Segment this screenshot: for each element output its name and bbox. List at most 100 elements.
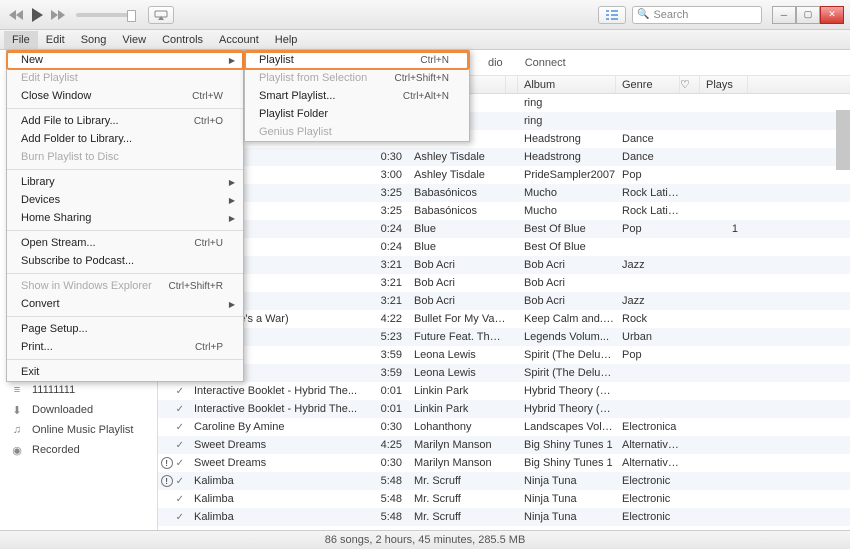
volume-slider[interactable] xyxy=(76,13,136,17)
checked-icon[interactable]: ✓ xyxy=(176,476,184,487)
track-check[interactable]: ✓ xyxy=(158,494,188,505)
search-input[interactable]: 🔍Search xyxy=(632,6,762,24)
menu-song[interactable]: Song xyxy=(73,31,115,49)
menu-item-add-file-to-library-[interactable]: Add File to Library...Ctrl+O xyxy=(7,112,243,130)
menu-item-convert[interactable]: Convert xyxy=(7,295,243,313)
track-check[interactable]: ✓ xyxy=(158,512,188,523)
track-time: 0:01 xyxy=(368,385,408,397)
sidebar-item[interactable]: ≡11111111 xyxy=(0,380,157,400)
menu-item-playlist-folder[interactable]: Playlist Folder xyxy=(245,105,469,123)
menu-item-new[interactable]: New xyxy=(7,51,243,69)
list-view-button[interactable] xyxy=(598,6,626,24)
track-album: Best Of Blue xyxy=(518,241,616,253)
minimize-button[interactable]: ─ xyxy=(772,6,796,24)
menu-item-open-stream-[interactable]: Open Stream...Ctrl+U xyxy=(7,234,243,252)
maximize-button[interactable]: ▢ xyxy=(796,6,820,24)
track-row[interactable]: !✓Sweet Dreams0:30Marilyn MansonBig Shin… xyxy=(158,454,850,472)
track-album: ring xyxy=(518,115,616,127)
track-artist: Ashley Tisdale xyxy=(408,151,506,163)
tab-connect[interactable]: Connect xyxy=(525,57,566,69)
checked-icon[interactable]: ✓ xyxy=(176,458,184,469)
track-artist: Mr. Scruff xyxy=(408,493,506,505)
checked-icon[interactable]: ✓ xyxy=(176,494,184,505)
scrollbar-thumb[interactable] xyxy=(836,110,850,170)
track-genre: Rock Latino xyxy=(616,205,680,217)
play-button[interactable] xyxy=(26,4,48,26)
track-row[interactable]: 3:21Bob AcriBob Acri xyxy=(158,274,850,292)
track-row[interactable]: ✓Interactive Booklet - Hybrid The...0:01… xyxy=(158,382,850,400)
track-row[interactable]: 3:25BabasónicosMuchoRock Latino xyxy=(158,202,850,220)
track-row[interactable]: ✓Sweet Dreams4:25Marilyn MansonBig Shiny… xyxy=(158,436,850,454)
track-row[interactable]: ✓I Will Be3:59Leona LewisSpirit (The Del… xyxy=(158,364,850,382)
menu-item-page-setup-[interactable]: Page Setup... xyxy=(7,320,243,338)
track-row[interactable]: !✓Kalimba5:48Mr. ScruffNinja TunaElectro… xyxy=(158,472,850,490)
checked-icon[interactable]: ✓ xyxy=(176,440,184,451)
track-check[interactable]: ✓ xyxy=(158,440,188,451)
search-placeholder: Search xyxy=(653,9,688,21)
track-list[interactable]: ringringHeadstrongDanceaid0:30Ashley Tis… xyxy=(158,94,850,530)
sidebar-item[interactable]: ◉Recorded xyxy=(0,440,157,460)
menu-controls[interactable]: Controls xyxy=(154,31,211,49)
menu-account[interactable]: Account xyxy=(211,31,267,49)
menu-shortcut: Ctrl+Alt+N xyxy=(403,91,449,102)
tab-dio[interactable]: dio xyxy=(488,57,503,69)
menu-label: Edit Playlist xyxy=(21,72,78,84)
menu-file[interactable]: File xyxy=(4,31,38,49)
menu-item-exit[interactable]: Exit xyxy=(7,363,243,381)
prev-button[interactable] xyxy=(6,5,26,25)
menu-label: Show in Windows Explorer xyxy=(21,280,152,292)
track-name: Kalimba xyxy=(188,511,368,523)
menu-shortcut: Ctrl+N xyxy=(420,55,449,66)
track-row[interactable]: 0:24BlueBest Of Blue xyxy=(158,238,850,256)
menu-item-add-folder-to-library-[interactable]: Add Folder to Library... xyxy=(7,130,243,148)
track-check[interactable]: ✓ xyxy=(158,386,188,397)
menu-item-library[interactable]: Library xyxy=(7,173,243,191)
track-row[interactable]: 3:21Bob AcriBob AcriJazz xyxy=(158,256,850,274)
menu-edit[interactable]: Edit xyxy=(38,31,73,49)
track-row[interactable]: 5:23Future Feat. The W...Legends Volum..… xyxy=(158,328,850,346)
track-check[interactable]: ✓ xyxy=(158,404,188,415)
track-row[interactable]: 3:21Bob AcriBob AcriJazz xyxy=(158,292,850,310)
checked-icon[interactable]: ✓ xyxy=(176,422,184,433)
track-row[interactable]: 3:59Leona LewisSpirit (The Deluxe...Pop xyxy=(158,346,850,364)
col-genre[interactable]: Genre xyxy=(616,76,680,93)
col-plays[interactable]: Plays xyxy=(700,76,748,93)
menu-shortcut: Ctrl+U xyxy=(194,238,223,249)
sidebar-item[interactable]: ⬇Downloaded xyxy=(0,400,157,420)
next-button[interactable] xyxy=(48,5,68,25)
col-rating[interactable] xyxy=(506,76,518,93)
track-row[interactable]: ✓Kalimba5:48Mr. ScruffNinja TunaElectron… xyxy=(158,490,850,508)
track-row[interactable]: ✓Interactive Booklet - Hybrid The...0:01… xyxy=(158,400,850,418)
menu-label: Genius Playlist xyxy=(259,126,332,138)
menu-item-playlist[interactable]: Playlist Ctrl+N xyxy=(245,51,469,69)
track-artist: Bob Acri xyxy=(408,277,506,289)
menu-item-devices[interactable]: Devices xyxy=(7,191,243,209)
airplay-button[interactable] xyxy=(148,6,174,24)
menu-item-close-window[interactable]: Close WindowCtrl+W xyxy=(7,87,243,105)
menu-item-smart-playlist-[interactable]: Smart Playlist...Ctrl+Alt+N xyxy=(245,87,469,105)
menu-item-print-[interactable]: Print...Ctrl+P xyxy=(7,338,243,356)
col-love[interactable]: ♡ xyxy=(680,76,700,93)
track-check[interactable]: !✓ xyxy=(158,457,188,469)
track-check[interactable]: !✓ xyxy=(158,475,188,487)
track-check[interactable]: ✓ xyxy=(158,422,188,433)
col-album[interactable]: Album xyxy=(518,76,616,93)
checked-icon[interactable]: ✓ xyxy=(176,404,184,415)
close-button[interactable]: ✕ xyxy=(820,6,844,24)
playback-controls xyxy=(6,4,68,26)
menu-item-subscribe-to-podcast-[interactable]: Subscribe to Podcast... xyxy=(7,252,243,270)
track-row[interactable]: 0:24BlueBest Of BluePop1 xyxy=(158,220,850,238)
menu-view[interactable]: View xyxy=(114,31,154,49)
track-row[interactable]: ttle? (Here's a War)4:22Bullet For My Va… xyxy=(158,310,850,328)
menu-label: Playlist xyxy=(259,54,294,66)
track-row[interactable]: ✓Caroline By Amine0:30LohanthonyLandscap… xyxy=(158,418,850,436)
checked-icon[interactable]: ✓ xyxy=(176,386,184,397)
track-row[interactable]: 3:25BabasónicosMuchoRock Latino xyxy=(158,184,850,202)
sidebar-item[interactable]: ♫Online Music Playlist xyxy=(0,420,157,440)
track-row[interactable]: ✓Kalimba5:48Mr. ScruffNinja TunaElectron… xyxy=(158,508,850,526)
menu-help[interactable]: Help xyxy=(267,31,306,49)
track-row[interactable]: aid0:30Ashley TisdaleHeadstrongDance xyxy=(158,148,850,166)
menu-item-home-sharing[interactable]: Home Sharing xyxy=(7,209,243,227)
checked-icon[interactable]: ✓ xyxy=(176,512,184,523)
track-row[interactable]: aid3:00Ashley TisdalePrideSampler2007Pop xyxy=(158,166,850,184)
